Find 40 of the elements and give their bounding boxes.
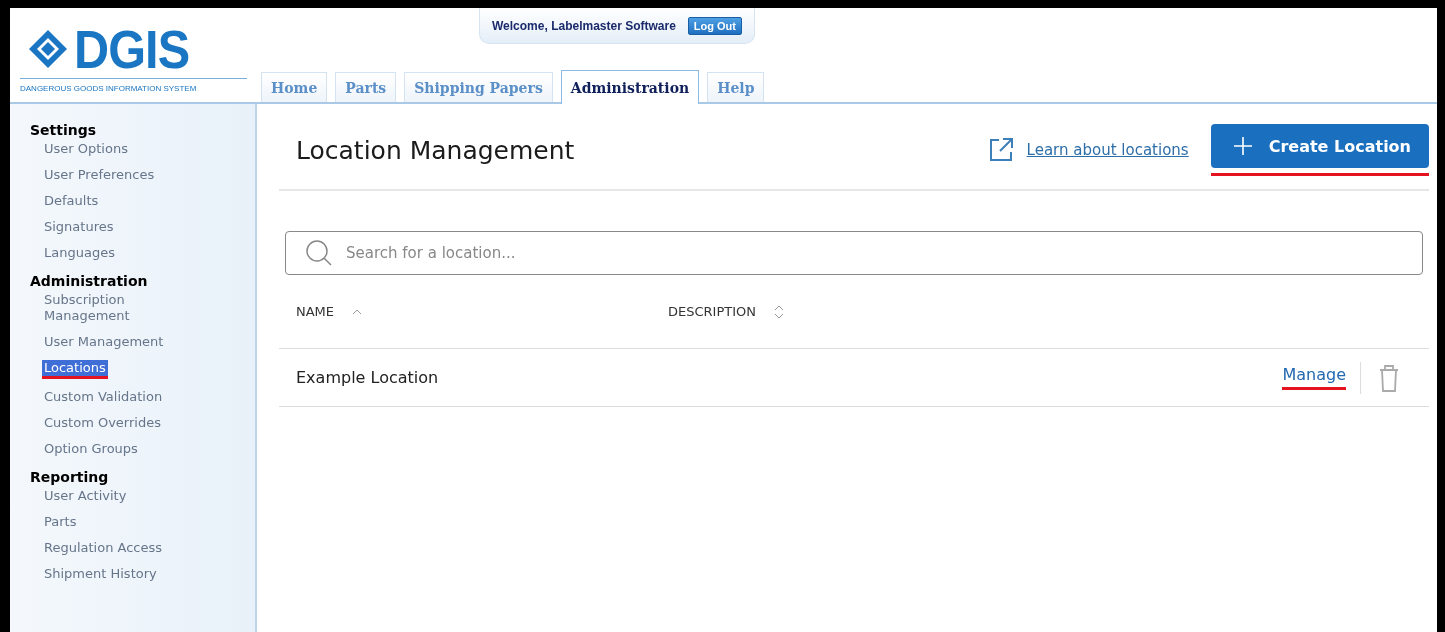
nav-tab[interactable]: Help — [707, 72, 765, 102]
sidebar-link[interactable]: Subscription Management — [44, 292, 154, 324]
page-title: Location Management — [296, 135, 576, 165]
sidebar-link[interactable]: Option Groups — [44, 441, 138, 457]
logo-tagline: DANGEROUS GOODS INFORMATION SYSTEM — [20, 78, 247, 93]
sidebar-link[interactable]: Locations — [42, 360, 108, 379]
sidebar-link[interactable]: Defaults — [44, 193, 99, 209]
sidebar-link[interactable]: Shipment History — [44, 566, 157, 582]
nav-tab[interactable]: Home — [261, 72, 328, 102]
sidebar-heading: Reporting — [30, 469, 110, 485]
table-cell-text: Example Location — [296, 368, 440, 387]
trash-icon[interactable] — [1377, 362, 1401, 393]
nav-tab[interactable]: Shipping Papers — [404, 72, 553, 102]
sort-up-icon — [352, 308, 363, 315]
sidebar-link[interactable]: Custom Overrides — [44, 415, 161, 431]
sidebar-link[interactable]: Parts — [44, 514, 77, 530]
sidebar-link[interactable]: Regulation Access — [44, 540, 163, 556]
welcome-text: Welcome, Labelmaster Software — [492, 18, 676, 33]
sidebar-link[interactable]: Custom Validation — [44, 389, 163, 405]
sidebar-link[interactable]: Signatures — [44, 219, 114, 235]
sidebar-link[interactable]: Languages — [44, 245, 115, 261]
column-header[interactable]: DESCRIPTION — [668, 304, 868, 319]
sidebar-heading: Settings — [30, 122, 98, 138]
sidebar-link[interactable]: User Activity — [44, 488, 127, 504]
plus-icon — [1232, 136, 1253, 156]
sidebar-heading: Administration — [30, 273, 149, 289]
manage-link[interactable]: Manage — [1282, 365, 1346, 390]
column-header[interactable]: NAME — [296, 304, 668, 319]
create-location-button[interactable]: Create Location — [1210, 124, 1429, 168]
nav-tab[interactable]: Parts — [335, 72, 397, 102]
sidebar-link[interactable]: User Preferences — [44, 167, 155, 183]
sidebar-link[interactable]: User Options — [44, 141, 128, 157]
logo-text: DGIS — [74, 24, 190, 74]
logo-icon — [28, 29, 68, 69]
sidebar-link[interactable]: User Management — [44, 334, 164, 350]
sort-icon — [774, 304, 784, 319]
search-field[interactable]: Search for a location... — [285, 231, 1423, 275]
nav-tab[interactable]: Administration — [560, 70, 700, 104]
logout-button[interactable]: Log Out — [687, 16, 742, 35]
help-link[interactable]: Learn about locations — [1026, 141, 1189, 159]
